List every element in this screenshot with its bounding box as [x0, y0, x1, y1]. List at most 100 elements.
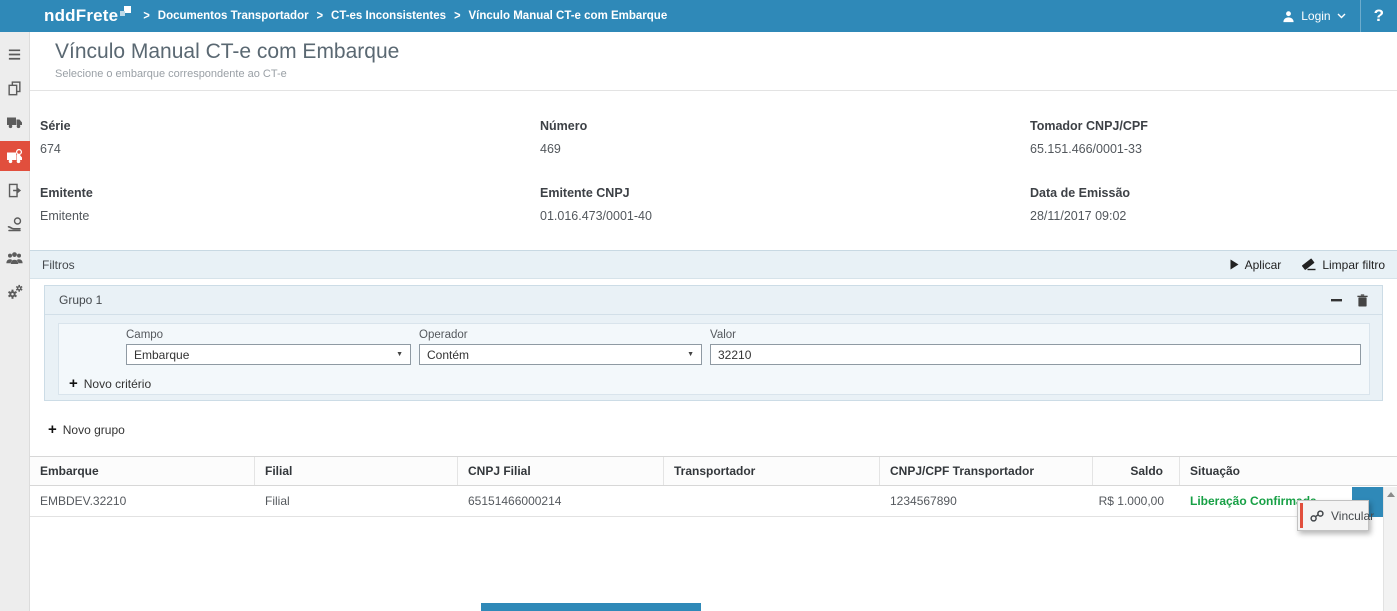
- field-value: 65.151.466/0001-33: [1030, 142, 1380, 156]
- link-icon: [1310, 510, 1324, 522]
- sidebar-item-menu[interactable]: [0, 39, 30, 69]
- delete-group-button[interactable]: [1357, 294, 1368, 307]
- table-header-row: Embarque Filial CNPJ Filial Transportado…: [30, 456, 1397, 486]
- truck-icon: [6, 115, 23, 129]
- operador-selected-value: Contém: [427, 348, 469, 362]
- sidebar-item-truck[interactable]: [0, 107, 30, 137]
- horizontal-scrollbar-thumb[interactable]: [481, 603, 701, 611]
- eraser-icon: [1301, 258, 1316, 271]
- campo-select[interactable]: Embarque ▼: [126, 344, 411, 365]
- field-label: Emitente: [40, 186, 540, 200]
- operador-label: Operador: [419, 329, 702, 341]
- sidebar-item-users[interactable]: [0, 243, 30, 273]
- filter-group-box: Grupo 1 Campo Embarque ▼ Operador Conté: [44, 285, 1383, 401]
- filter-criterion-row: Campo Embarque ▼ Operador Contém ▼ Valor: [59, 324, 1369, 365]
- top-bar: nddFrete > Documentos Transportador > CT…: [0, 0, 1397, 32]
- collapse-group-button[interactable]: [1331, 299, 1342, 302]
- clear-filter-label: Limpar filtro: [1322, 258, 1385, 272]
- filters-bar: Filtros Aplicar Limpar filtro: [30, 250, 1397, 279]
- vincular-menu-item[interactable]: Vincular: [1298, 501, 1368, 530]
- table-row[interactable]: EMBDEV.32210 Filial 65151466000214 12345…: [30, 486, 1397, 517]
- chevron-down-icon: [1337, 13, 1346, 19]
- new-criterion-label: Novo critério: [84, 377, 151, 391]
- field-serie: Série 674: [40, 119, 540, 156]
- page-title: Vínculo Manual CT-e com Embarque: [55, 40, 399, 64]
- cell-cnpj-filial: 65151466000214: [458, 486, 664, 516]
- row-context-menu: Vincular: [1297, 500, 1369, 531]
- export-document-icon: [7, 183, 22, 198]
- sidebar: [0, 32, 30, 611]
- breadcrumb: > Documentos Transportador > CT-es Incon…: [143, 10, 667, 22]
- sidebar-item-payments[interactable]: [0, 209, 30, 239]
- breadcrumb-separator-icon: >: [317, 9, 323, 23]
- sidebar-item-documents[interactable]: [0, 73, 30, 103]
- sidebar-item-settings[interactable]: [0, 277, 30, 307]
- operador-field: Operador Contém ▼: [419, 329, 702, 365]
- user-icon: [1282, 10, 1295, 23]
- new-criterion-button[interactable]: + Novo critério: [69, 377, 1369, 391]
- field-label: Série: [40, 119, 540, 133]
- cell-cnpj-transportador: 1234567890: [880, 486, 1093, 516]
- users-icon: [6, 251, 23, 265]
- valor-field: Valor: [710, 329, 1361, 365]
- breadcrumb-item-vinculo[interactable]: Vínculo Manual CT-e com Embarque: [469, 10, 668, 22]
- cell-filial: Filial: [255, 486, 458, 516]
- play-icon: [1230, 259, 1239, 270]
- column-header-transportador[interactable]: Transportador: [664, 457, 880, 485]
- plus-icon: +: [48, 424, 57, 436]
- app-logo: nddFrete: [44, 1, 131, 31]
- field-emitente-cnpj: Emitente CNPJ 01.016.473/0001-40: [540, 186, 1030, 223]
- scroll-up-arrow-icon[interactable]: [1387, 492, 1395, 497]
- cell-embarque: EMBDEV.32210: [30, 486, 255, 516]
- field-numero: Número 469: [540, 119, 1030, 156]
- field-value: 469: [540, 142, 1030, 156]
- filters-title: Filtros: [42, 258, 75, 272]
- column-header-saldo[interactable]: Saldo: [1093, 457, 1180, 485]
- clear-filter-button[interactable]: Limpar filtro: [1301, 258, 1385, 272]
- logo-mark-icon: [120, 6, 131, 17]
- field-value: Emitente: [40, 209, 540, 223]
- filter-criteria-panel: Campo Embarque ▼ Operador Contém ▼ Valor…: [58, 323, 1370, 395]
- filters-actions: Aplicar Limpar filtro: [1230, 258, 1385, 272]
- gears-icon: [7, 284, 23, 300]
- dropdown-caret-icon: ▼: [687, 351, 694, 358]
- cte-details: Série 674 Número 469 Tomador CNPJ/CPF 65…: [40, 119, 1380, 223]
- breadcrumb-separator-icon: >: [454, 9, 460, 23]
- sidebar-item-cte-embarque-active[interactable]: [0, 141, 30, 171]
- login-button[interactable]: Login: [1268, 0, 1359, 32]
- new-group-button[interactable]: + Novo grupo: [48, 423, 125, 437]
- app-logo-text: nddFrete: [44, 1, 118, 31]
- column-header-cnpj-transportador[interactable]: CNPJ/CPF Transportador: [880, 457, 1093, 485]
- column-header-filial[interactable]: Filial: [255, 457, 458, 485]
- head-divider: [30, 90, 1397, 91]
- vincular-label: Vincular: [1331, 509, 1374, 523]
- field-tomador: Tomador CNPJ/CPF 65.151.466/0001-33: [1030, 119, 1380, 156]
- column-header-cnpj-filial[interactable]: CNPJ Filial: [458, 457, 664, 485]
- apply-filter-label: Aplicar: [1245, 258, 1282, 272]
- new-group-label: Novo grupo: [63, 423, 125, 437]
- help-button[interactable]: ?: [1361, 0, 1397, 32]
- copy-documents-icon: [7, 81, 22, 96]
- valor-label: Valor: [710, 329, 1361, 341]
- field-value: 01.016.473/0001-40: [540, 209, 1030, 223]
- operador-select[interactable]: Contém ▼: [419, 344, 702, 365]
- campo-label: Campo: [126, 329, 411, 341]
- breadcrumb-item-ctes[interactable]: CT-es Inconsistentes: [331, 10, 446, 22]
- field-data-emissao: Data de Emissão 28/11/2017 09:02: [1030, 186, 1380, 223]
- apply-filter-button[interactable]: Aplicar: [1230, 258, 1282, 272]
- login-label: Login: [1301, 9, 1330, 23]
- filter-group-header: Grupo 1: [45, 286, 1382, 315]
- column-header-embarque[interactable]: Embarque: [30, 457, 255, 485]
- campo-field: Campo Embarque ▼: [126, 329, 411, 365]
- breadcrumb-item-documentos[interactable]: Documentos Transportador: [158, 10, 309, 22]
- cell-saldo: R$ 1.000,00: [1093, 486, 1180, 516]
- campo-selected-value: Embarque: [134, 348, 189, 362]
- column-header-situacao[interactable]: Situação: [1180, 457, 1397, 485]
- dropdown-caret-icon: ▼: [396, 351, 403, 358]
- vertical-scrollbar[interactable]: [1383, 487, 1397, 611]
- field-value: 674: [40, 142, 540, 156]
- valor-input[interactable]: [710, 344, 1361, 365]
- field-label: Data de Emissão: [1030, 186, 1380, 200]
- cell-transportador: [664, 486, 880, 516]
- sidebar-item-export[interactable]: [0, 175, 30, 205]
